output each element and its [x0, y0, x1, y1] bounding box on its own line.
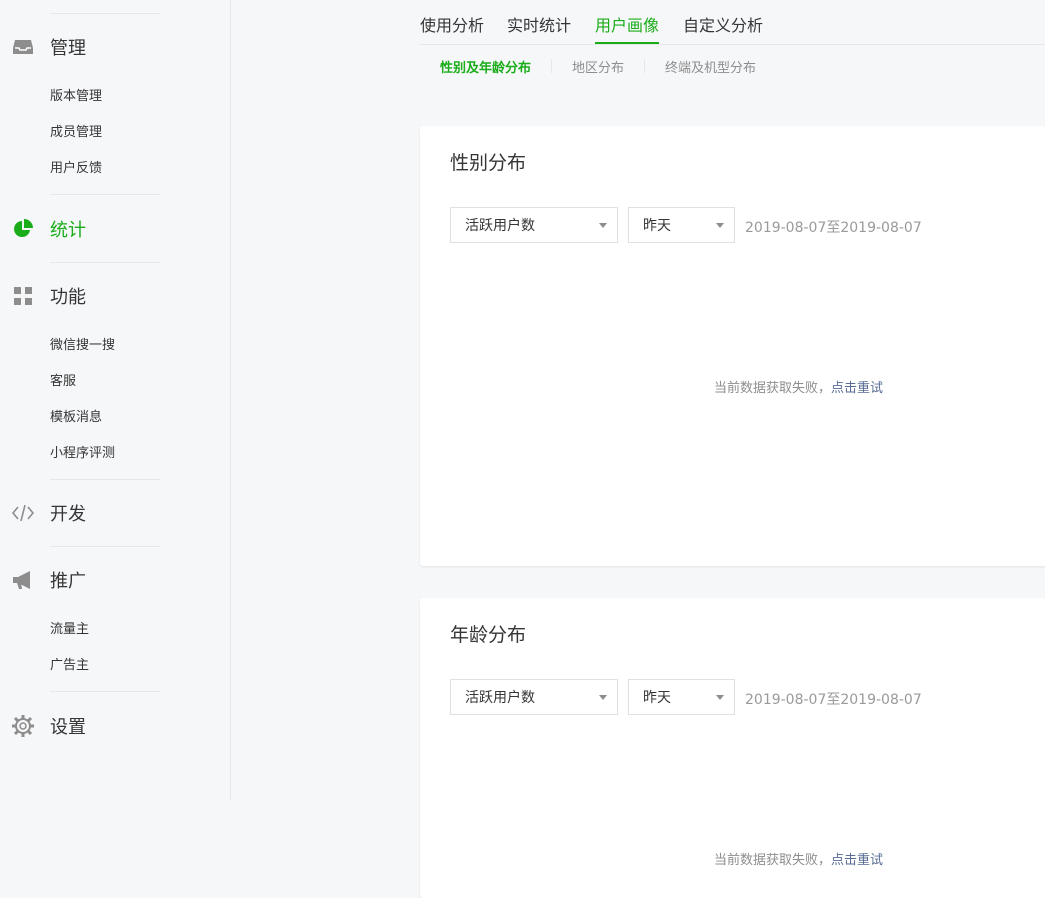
- error-message: 当前数据获取失败，点击重试: [714, 377, 883, 396]
- divider: [50, 546, 160, 547]
- sub-tabs: 性别及年龄分布 地区分布 终端及机型分布: [440, 56, 756, 76]
- divider: [50, 194, 160, 195]
- divider: [50, 479, 160, 480]
- nav-group-settings[interactable]: 设置: [0, 709, 86, 743]
- tab-usage-analysis[interactable]: 使用分析: [420, 12, 484, 44]
- nav-group-stats[interactable]: 统计: [0, 212, 86, 246]
- divider: [50, 262, 160, 263]
- subtab-device[interactable]: 终端及机型分布: [665, 57, 756, 76]
- nav-group-promo[interactable]: 推广: [0, 563, 86, 597]
- metric-select-value: 活跃用户数: [465, 690, 535, 706]
- sidebar-item-members[interactable]: 成员管理: [50, 124, 102, 142]
- chevron-down-icon: [716, 695, 724, 700]
- period-select[interactable]: 昨天: [628, 679, 735, 715]
- divider: [50, 13, 160, 14]
- period-select-value: 昨天: [643, 690, 671, 706]
- subtab-separator: [551, 59, 553, 73]
- retry-link[interactable]: 点击重试: [831, 853, 883, 868]
- megaphone-icon: [12, 569, 34, 591]
- sidebar: 管理 版本管理 成员管理 用户反馈 统计 功能 微信搜一搜 客服 模板消息 小程…: [0, 0, 231, 800]
- sidebar-item-feedback[interactable]: 用户反馈: [50, 160, 102, 178]
- error-text: 当前数据获取失败，: [714, 381, 832, 396]
- chevron-down-icon: [716, 223, 724, 228]
- nav-label: 功能: [50, 287, 86, 308]
- age-distribution-card: 年龄分布 活跃用户数 昨天 2019-08-07至2019-08-07 当前数据…: [420, 598, 1045, 898]
- sidebar-item-review[interactable]: 小程序评测: [50, 445, 115, 463]
- nav-label: 设置: [50, 717, 86, 738]
- chevron-down-icon: [599, 695, 607, 700]
- nav-group-dev[interactable]: 开发: [0, 496, 86, 530]
- tab-user-portrait[interactable]: 用户画像: [595, 12, 660, 44]
- subtab-separator: [644, 59, 646, 73]
- period-select[interactable]: 昨天: [628, 207, 735, 243]
- period-select-value: 昨天: [643, 218, 671, 234]
- main-tabs: 使用分析 实时统计 用户画像 自定义分析: [420, 0, 1045, 45]
- gear-icon: [12, 715, 34, 737]
- date-range: 2019-08-07至2019-08-07: [745, 692, 922, 708]
- gender-distribution-card: 性别分布 活跃用户数 昨天 2019-08-07至2019-08-07 当前数据…: [420, 126, 1045, 566]
- inbox-icon: [12, 36, 34, 58]
- grid-icon: [12, 285, 34, 307]
- nav-label: 推广: [50, 571, 86, 592]
- card-title: 年龄分布: [450, 624, 527, 646]
- divider: [50, 691, 160, 692]
- retry-link[interactable]: 点击重试: [831, 381, 883, 396]
- subtab-region[interactable]: 地区分布: [572, 57, 624, 76]
- tab-custom-analysis[interactable]: 自定义分析: [683, 12, 763, 44]
- tab-realtime-stats[interactable]: 实时统计: [507, 12, 571, 44]
- metric-select-value: 活跃用户数: [465, 218, 535, 234]
- chevron-down-icon: [599, 223, 607, 228]
- sidebar-item-service[interactable]: 客服: [50, 373, 76, 391]
- sidebar-item-search[interactable]: 微信搜一搜: [50, 337, 115, 355]
- sidebar-item-version[interactable]: 版本管理: [50, 88, 102, 106]
- subtab-gender-age[interactable]: 性别及年龄分布: [440, 57, 531, 76]
- code-icon: [12, 502, 34, 524]
- nav-group-manage[interactable]: 管理: [0, 30, 86, 64]
- sidebar-item-template[interactable]: 模板消息: [50, 409, 102, 427]
- nav-label: 统计: [50, 220, 86, 241]
- card-title: 性别分布: [450, 152, 527, 174]
- date-range: 2019-08-07至2019-08-07: [745, 220, 922, 236]
- pie-chart-icon: [12, 218, 34, 240]
- nav-label: 开发: [50, 504, 86, 525]
- nav-group-features[interactable]: 功能: [0, 279, 86, 313]
- metric-select[interactable]: 活跃用户数: [450, 679, 618, 715]
- sidebar-item-advertiser[interactable]: 广告主: [50, 657, 89, 675]
- nav-label: 管理: [50, 38, 86, 59]
- metric-select[interactable]: 活跃用户数: [450, 207, 618, 243]
- error-message: 当前数据获取失败，点击重试: [714, 849, 883, 868]
- error-text: 当前数据获取失败，: [714, 853, 832, 868]
- sidebar-item-traffic-owner[interactable]: 流量主: [50, 621, 89, 639]
